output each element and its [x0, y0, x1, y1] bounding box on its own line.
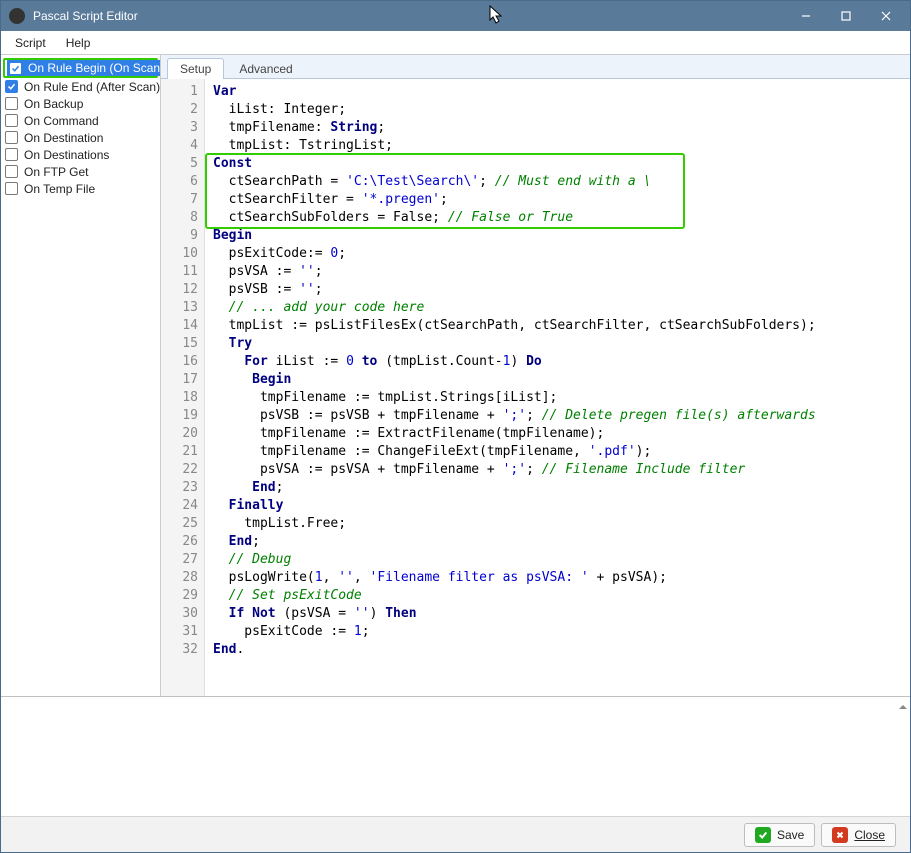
checkbox[interactable]: [5, 182, 18, 195]
sidebar-item[interactable]: On Command: [1, 112, 160, 129]
code-line[interactable]: ctSearchFilter = '*.pregen';: [213, 191, 902, 209]
tab[interactable]: Setup: [167, 58, 224, 79]
sidebar-item[interactable]: On FTP Get: [1, 163, 160, 180]
tabstrip: SetupAdvanced: [161, 55, 910, 79]
code-line[interactable]: psVSB := psVSB + tmpFilename + ';'; // D…: [213, 407, 902, 425]
code-line[interactable]: If Not (psVSA = '') Then: [213, 605, 902, 623]
minimize-button[interactable]: [786, 2, 826, 30]
sidebar-item-label: On Command: [24, 114, 99, 128]
sidebar-item[interactable]: On Destination: [1, 129, 160, 146]
maximize-button[interactable]: [826, 2, 866, 30]
sidebar-item-label: On Temp File: [24, 182, 95, 196]
code-line[interactable]: // ... add your code here: [213, 299, 902, 317]
checkbox[interactable]: [5, 80, 18, 93]
code-line[interactable]: iList: Integer;: [213, 101, 902, 119]
checkbox[interactable]: [5, 97, 18, 110]
code-line[interactable]: End.: [213, 641, 902, 659]
code-line[interactable]: Finally: [213, 497, 902, 515]
menu-script[interactable]: Script: [7, 34, 54, 52]
code-line[interactable]: psExitCode := 1;: [213, 623, 902, 641]
sidebar-item[interactable]: On Temp File: [1, 180, 160, 197]
code-line[interactable]: // Debug: [213, 551, 902, 569]
sidebar-item[interactable]: On Rule Begin (On Scan): [3, 58, 158, 78]
code-line[interactable]: psLogWrite(1, '', 'Filename filter as ps…: [213, 569, 902, 587]
code-line[interactable]: ctSearchPath = 'C:\Test\Search\'; // Mus…: [213, 173, 902, 191]
save-label: Save: [777, 828, 804, 842]
check-icon: [755, 827, 771, 843]
code-editor[interactable]: 1234567891011121314151617181920212223242…: [161, 79, 910, 696]
checkbox[interactable]: [5, 114, 18, 127]
code-line[interactable]: tmpFilename := tmpList.Strings[iList];: [213, 389, 902, 407]
code-line[interactable]: Begin: [213, 227, 902, 245]
save-button[interactable]: Save: [744, 823, 815, 847]
output-panel[interactable]: [1, 696, 910, 816]
checkbox[interactable]: [9, 62, 22, 75]
code-line[interactable]: ctSearchSubFolders = False; // False or …: [213, 209, 902, 227]
scroll-up-icon[interactable]: [898, 701, 908, 711]
checkbox[interactable]: [5, 131, 18, 144]
code-line[interactable]: Var: [213, 83, 902, 101]
line-gutter: 1234567891011121314151617181920212223242…: [161, 79, 205, 696]
sidebar-item-label: On FTP Get: [24, 165, 88, 179]
sidebar-item[interactable]: On Destinations: [1, 146, 160, 163]
sidebar-item[interactable]: On Rule End (After Scan): [1, 78, 160, 95]
close-button[interactable]: Close: [821, 823, 896, 847]
close-label: Close: [854, 828, 885, 842]
code-line[interactable]: End;: [213, 533, 902, 551]
sidebar-item-label: On Rule Begin (On Scan): [28, 61, 161, 75]
tab[interactable]: Advanced: [226, 58, 305, 79]
code-line[interactable]: Begin: [213, 371, 902, 389]
code-line[interactable]: tmpList: TstringList;: [213, 137, 902, 155]
code-line[interactable]: tmpList := psListFilesEx(ctSearchPath, c…: [213, 317, 902, 335]
menubar: Script Help: [1, 31, 910, 55]
mouse-cursor-icon: [488, 4, 504, 27]
sidebar-item[interactable]: On Backup: [1, 95, 160, 112]
close-window-button[interactable]: [866, 2, 906, 30]
sidebar-item-label: On Destinations: [24, 148, 109, 162]
code-line[interactable]: psExitCode:= 0;: [213, 245, 902, 263]
code-line[interactable]: psVSB := '';: [213, 281, 902, 299]
x-icon: [832, 827, 848, 843]
code-line[interactable]: psVSA := psVSA + tmpFilename + ';'; // F…: [213, 461, 902, 479]
sidebar-item-label: On Backup: [24, 97, 83, 111]
window-title: Pascal Script Editor: [33, 9, 138, 23]
app-window: Pascal Script Editor Script Help On Rule…: [0, 0, 911, 853]
code-line[interactable]: Const: [213, 155, 902, 173]
code-line[interactable]: // Set psExitCode: [213, 587, 902, 605]
code-line[interactable]: For iList := 0 to (tmpList.Count-1) Do: [213, 353, 902, 371]
code-line[interactable]: psVSA := '';: [213, 263, 902, 281]
titlebar[interactable]: Pascal Script Editor: [1, 1, 910, 31]
code-text[interactable]: Var iList: Integer; tmpFilename: String;…: [205, 79, 910, 663]
code-line[interactable]: tmpFilename := ExtractFilename(tmpFilena…: [213, 425, 902, 443]
menu-help[interactable]: Help: [58, 34, 99, 52]
content-area: On Rule Begin (On Scan) On Rule End (Afte…: [1, 55, 910, 696]
code-line[interactable]: End;: [213, 479, 902, 497]
footer-bar: Save Close: [1, 816, 910, 852]
sidebar-item-label: On Destination: [24, 131, 103, 145]
checkbox[interactable]: [5, 148, 18, 161]
app-icon: [9, 8, 25, 24]
event-sidebar: On Rule Begin (On Scan) On Rule End (Afte…: [1, 55, 161, 696]
sidebar-item-label: On Rule End (After Scan): [24, 80, 160, 94]
code-line[interactable]: tmpFilename: String;: [213, 119, 902, 137]
code-line[interactable]: tmpFilename := ChangeFileExt(tmpFilename…: [213, 443, 902, 461]
code-line[interactable]: Try: [213, 335, 902, 353]
main-panel: SetupAdvanced 12345678910111213141516171…: [161, 55, 910, 696]
code-line[interactable]: tmpList.Free;: [213, 515, 902, 533]
checkbox[interactable]: [5, 165, 18, 178]
